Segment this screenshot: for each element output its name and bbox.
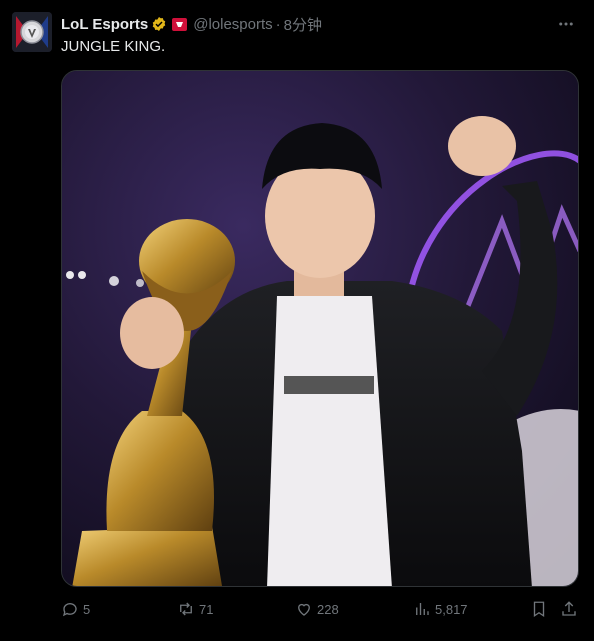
bookmark-icon: [533, 601, 545, 618]
retweet-button[interactable]: 71: [177, 598, 213, 620]
tweet-timestamp[interactable]: 8分钟: [284, 14, 322, 35]
retweet-count: 71: [199, 601, 214, 617]
views-chart-icon: [416, 603, 429, 615]
share-icon: [562, 601, 576, 616]
views-count: 5,817: [435, 601, 468, 617]
tweet-header: LoL Esports @lolesports · 8分钟: [61, 14, 582, 34]
bookmark-button[interactable]: [530, 598, 548, 620]
avatar[interactable]: [12, 12, 52, 52]
verified-badge-icon[interactable]: [151, 16, 167, 32]
like-button[interactable]: 228: [295, 598, 339, 620]
lol-esports-logo-icon: [12, 12, 52, 52]
heart-icon: [298, 603, 310, 616]
views-button[interactable]: 5,817: [413, 598, 468, 620]
tweet-photo[interactable]: [61, 70, 579, 587]
share-button[interactable]: [560, 598, 578, 620]
author-handle[interactable]: @lolesports: [193, 16, 272, 33]
reply-icon: [62, 603, 77, 617]
more-options-icon[interactable]: [554, 12, 578, 36]
reply-button[interactable]: 5: [61, 598, 90, 620]
affiliate-badge-icon[interactable]: [172, 17, 188, 31]
tweet-text: JUNGLE KING.: [61, 38, 166, 55]
tweet-actions: 5 71 228 5,817: [61, 598, 582, 620]
separator-dot: ·: [275, 15, 281, 33]
author-name[interactable]: LoL Esports: [61, 16, 148, 33]
player-holding-trophy-photo-icon: [62, 71, 578, 586]
reply-count: 5: [83, 601, 91, 617]
tweet[interactable]: LoL Esports @lolesports · 8分钟 JUNGLE KIN…: [0, 0, 594, 641]
like-count: 228: [317, 601, 339, 617]
retweet-icon: [180, 602, 192, 616]
